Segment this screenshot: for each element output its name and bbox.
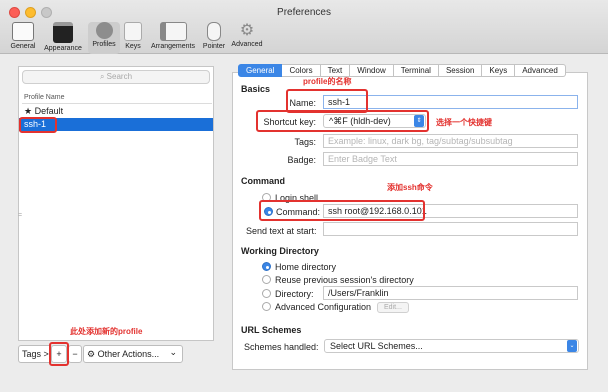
toolbar-label: Advanced [231, 41, 263, 48]
reuse-directory-label: Reuse previous session's directory [275, 275, 414, 285]
profile-name-column-header[interactable]: Profile Name [24, 94, 64, 101]
annotation-box-add-button [49, 342, 69, 366]
split-handle[interactable]: = [18, 212, 22, 219]
annotation-profile-name: profile的名称 [303, 77, 352, 86]
tab-general[interactable]: General [238, 64, 283, 77]
toolbar-arrangements[interactable]: Arrangements [147, 22, 199, 54]
profile-tabs: General Colors Text Window Terminal Sess… [238, 64, 566, 77]
advanced-configuration-radio[interactable] [262, 302, 271, 311]
annotation-box-command [259, 200, 425, 221]
toolbar-label: Arrangements [151, 43, 195, 50]
tab-keys[interactable]: Keys [482, 64, 516, 77]
home-directory-radio[interactable] [262, 262, 271, 271]
schemes-handled-label: Schemes handled: [244, 342, 319, 352]
directory-label: Directory: [275, 289, 314, 299]
tags-button[interactable]: Tags > [18, 345, 53, 363]
edit-button[interactable]: Edit... [377, 302, 409, 313]
toolbar-advanced[interactable]: ⚙ Advanced [229, 22, 265, 54]
url-schemes-value: Select URL Schemes... [330, 341, 423, 351]
tags-label: Tags: [294, 137, 316, 147]
toolbar-label: Profiles [92, 41, 116, 48]
toolbar-label: Pointer [202, 43, 226, 50]
badge-label: Badge: [287, 155, 316, 165]
directory-field[interactable]: /Users/Franklin [323, 286, 578, 300]
annotation-add-profile: 此处添加新的profile [70, 327, 143, 336]
url-schemes-select[interactable]: Select URL Schemes... ⌄ [324, 339, 579, 353]
chevron-down-icon: ⌄ [567, 340, 577, 352]
tab-session[interactable]: Session [438, 64, 483, 77]
reuse-directory-radio[interactable] [262, 275, 271, 284]
working-directory-heading: Working Directory [241, 246, 319, 256]
toolbar-keys[interactable]: Keys [122, 22, 144, 54]
annotation-shortcut: 选择一个快捷键 [436, 118, 492, 127]
badge-field[interactable]: Enter Badge Text [323, 152, 578, 166]
arrangements-icon [159, 22, 187, 41]
gear-icon: ⚙ [87, 349, 98, 359]
keys-icon [124, 22, 142, 41]
toolbar-label: Appearance [44, 45, 82, 52]
divider [22, 103, 212, 104]
annotation-add-ssh: 添加ssh命令 [387, 183, 433, 192]
home-directory-label: Home directory [275, 262, 337, 272]
toolbar-label: Keys [125, 43, 141, 50]
tab-window[interactable]: Window [350, 64, 394, 77]
profiles-icon [95, 22, 113, 39]
toolbar-profiles[interactable]: Profiles [88, 22, 120, 54]
annotation-box-profile-row [19, 117, 57, 133]
toolbar-pointer[interactable]: Pointer [200, 22, 228, 54]
tab-advanced[interactable]: Advanced [515, 64, 566, 77]
pointer-icon [207, 22, 221, 41]
profile-search-input[interactable]: ⌕ Search [22, 70, 210, 84]
chevron-down-icon: ⌄ [169, 347, 177, 357]
toolbar-appearance[interactable]: Appearance [42, 22, 84, 54]
search-placeholder: Search [106, 72, 133, 81]
general-icon [12, 22, 34, 41]
other-actions-label: Other Actions... [97, 349, 160, 359]
other-actions-menu[interactable]: ⚙ Other Actions... ⌄ [83, 345, 183, 363]
command-heading: Command [241, 176, 286, 186]
remove-profile-button[interactable]: − [68, 345, 82, 363]
toolbar-label: General [10, 43, 36, 50]
send-text-field[interactable] [323, 222, 578, 236]
search-icon: ⌕ [99, 72, 107, 81]
tags-field[interactable]: Example: linux, dark bg, tag/subtag/subs… [323, 134, 578, 148]
appearance-icon [53, 22, 73, 43]
send-text-label: Send text at start: [246, 226, 317, 236]
basics-heading: Basics [241, 84, 271, 94]
profile-row-default[interactable]: ★ Default [24, 106, 63, 117]
tab-terminal[interactable]: Terminal [393, 64, 439, 77]
directory-radio[interactable] [262, 289, 271, 298]
gear-icon: ⚙ [239, 22, 255, 39]
annotation-box-shortcut [256, 110, 429, 132]
advanced-configuration-label: Advanced Configuration [275, 302, 372, 312]
window-title: Preferences [277, 7, 331, 18]
toolbar-general[interactable]: General [8, 22, 38, 54]
url-schemes-heading: URL Schemes [241, 325, 302, 335]
